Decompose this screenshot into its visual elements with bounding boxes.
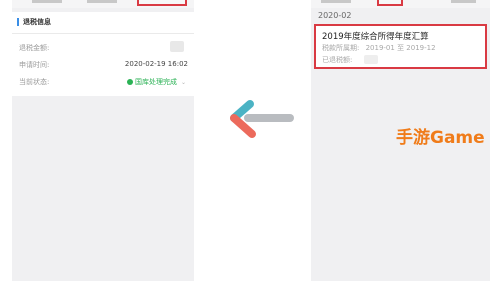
refunded-amount-label: 已退税额:	[322, 56, 353, 64]
tab-stub	[32, 0, 62, 3]
status-text: 国库处理完成	[134, 78, 177, 86]
tab-stub	[87, 0, 117, 3]
divider	[12, 33, 194, 34]
tax-period-value: 2019-01 至 2019-12	[365, 44, 436, 52]
watermark-logo: 手游Game	[396, 128, 485, 148]
refund-amount-value	[170, 41, 184, 52]
tab-bar	[311, 0, 490, 8]
status-label: 当前状态:	[19, 78, 50, 86]
card-title: 退税信息	[17, 18, 51, 26]
apply-time-value: 2020-02-19 16:02	[124, 60, 188, 68]
annual-summary-record[interactable]: 2019年度综合所得年度汇算 税款所属期: 2019-01 至 2019-12 …	[314, 24, 487, 69]
status-check-icon	[126, 79, 133, 85]
tab-stub	[451, 0, 476, 3]
apply-time-label: 申请时间:	[19, 61, 50, 69]
tab-stub	[321, 0, 351, 3]
record-title: 2019年度综合所得年度汇算	[322, 32, 429, 42]
highlighted-tab[interactable]	[137, 0, 187, 6]
chevron-down-icon: ⌄	[180, 78, 186, 86]
highlighted-tab[interactable]	[377, 0, 403, 6]
month-header: 2020-02	[318, 11, 352, 20]
refunded-amount-value	[364, 55, 378, 64]
refund-amount-label: 退税金额:	[19, 44, 50, 52]
refund-info-card: 退税信息 退税金额: 申请时间: 2020-02-19 16:02 当前状态: …	[12, 12, 194, 96]
refund-detail-screen: 退税信息 退税金额: 申请时间: 2020-02-19 16:02 当前状态: …	[12, 0, 194, 281]
tax-period-label: 税款所属期:	[322, 44, 360, 52]
tax-period: 税款所属期: 2019-01 至 2019-12	[322, 43, 436, 53]
status-value[interactable]: 国库处理完成 ⌄	[126, 77, 186, 87]
back-arrow-icon	[230, 100, 294, 138]
tab-bar	[12, 0, 194, 8]
